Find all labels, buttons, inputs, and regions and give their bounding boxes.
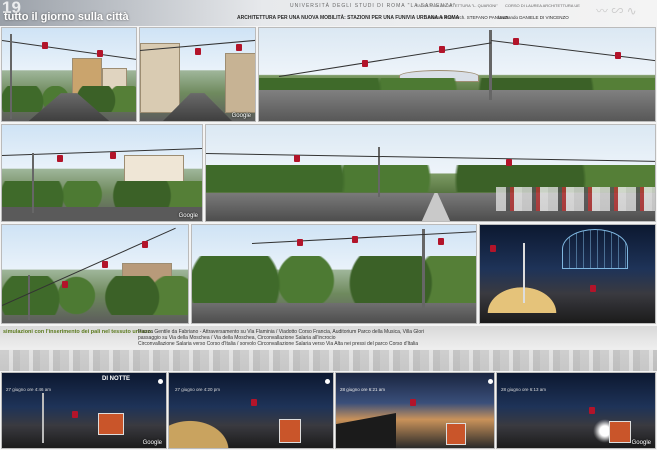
student: laureando DANIELE DI VINCENZO [498,15,569,20]
presentation-board: 19 tutto il giorno sulla città UNIVERSIT… [0,0,657,450]
birds-decoration: 〰 ∽ ∿ [596,4,637,18]
night-panel-1: 27 giugno ore 4:46 am DI NOTTE Google [1,372,167,449]
photo-panel-villa: Google [1,124,203,222]
photo-panel-street-1 [1,27,137,122]
google-watermark: Google [142,440,162,446]
photo-panel-pylons-trees [1,224,189,324]
caption-strip: simulazioni con l'inserimento dei pali n… [0,326,657,371]
photo-panel-viaduct [258,27,656,122]
photo-panel-street-2: Google [139,27,256,122]
google-watermark: Google [631,440,651,446]
photo-panel-road-bend [191,224,477,324]
page-title: tutto il giorno sulla città [4,11,129,23]
night-panel-4: 28 giugno ore 6:13 am Google [496,372,656,449]
night-panel-3: 28 giugno ore 6:21 am [335,372,495,449]
night-label: DI NOTTE [102,376,130,382]
caption-heading: simulazioni con l'inserimento dei pali n… [3,329,153,335]
google-watermark: Google [178,213,198,219]
time-label-1: 27 giugno ore 4:46 am [6,387,52,392]
faculty-name: FACOLTÀ DI ARCHITETTURA "L. QUARONI" [416,3,498,8]
project-title: ARCHITETTURA PER UNA NUOVA MOBILITÀ: STA… [237,15,460,21]
night-panel-2: 27 giugno ore 4:20 pm [168,372,334,449]
header: 19 tutto il giorno sulla città UNIVERSIT… [0,0,657,26]
advisor: relatore Prof. Arch. STEFANO PANUNZI [428,15,509,20]
render-panel-station-night [479,224,656,324]
time-label-3: 28 giugno ore 6:21 am [340,387,386,392]
time-label-4: 28 giugno ore 6:13 am [501,387,547,392]
course-name: CORSO DI LAUREA ARCHITETTURA UE [505,3,580,8]
google-watermark: Google [231,113,251,119]
photo-panel-highway [205,124,656,222]
cityscape-silhouette [0,350,657,371]
caption-line-3: Circonvallazione Salaria verso Corso d'I… [138,341,419,347]
time-label-2: 27 giugno ore 4:20 pm [175,387,221,392]
